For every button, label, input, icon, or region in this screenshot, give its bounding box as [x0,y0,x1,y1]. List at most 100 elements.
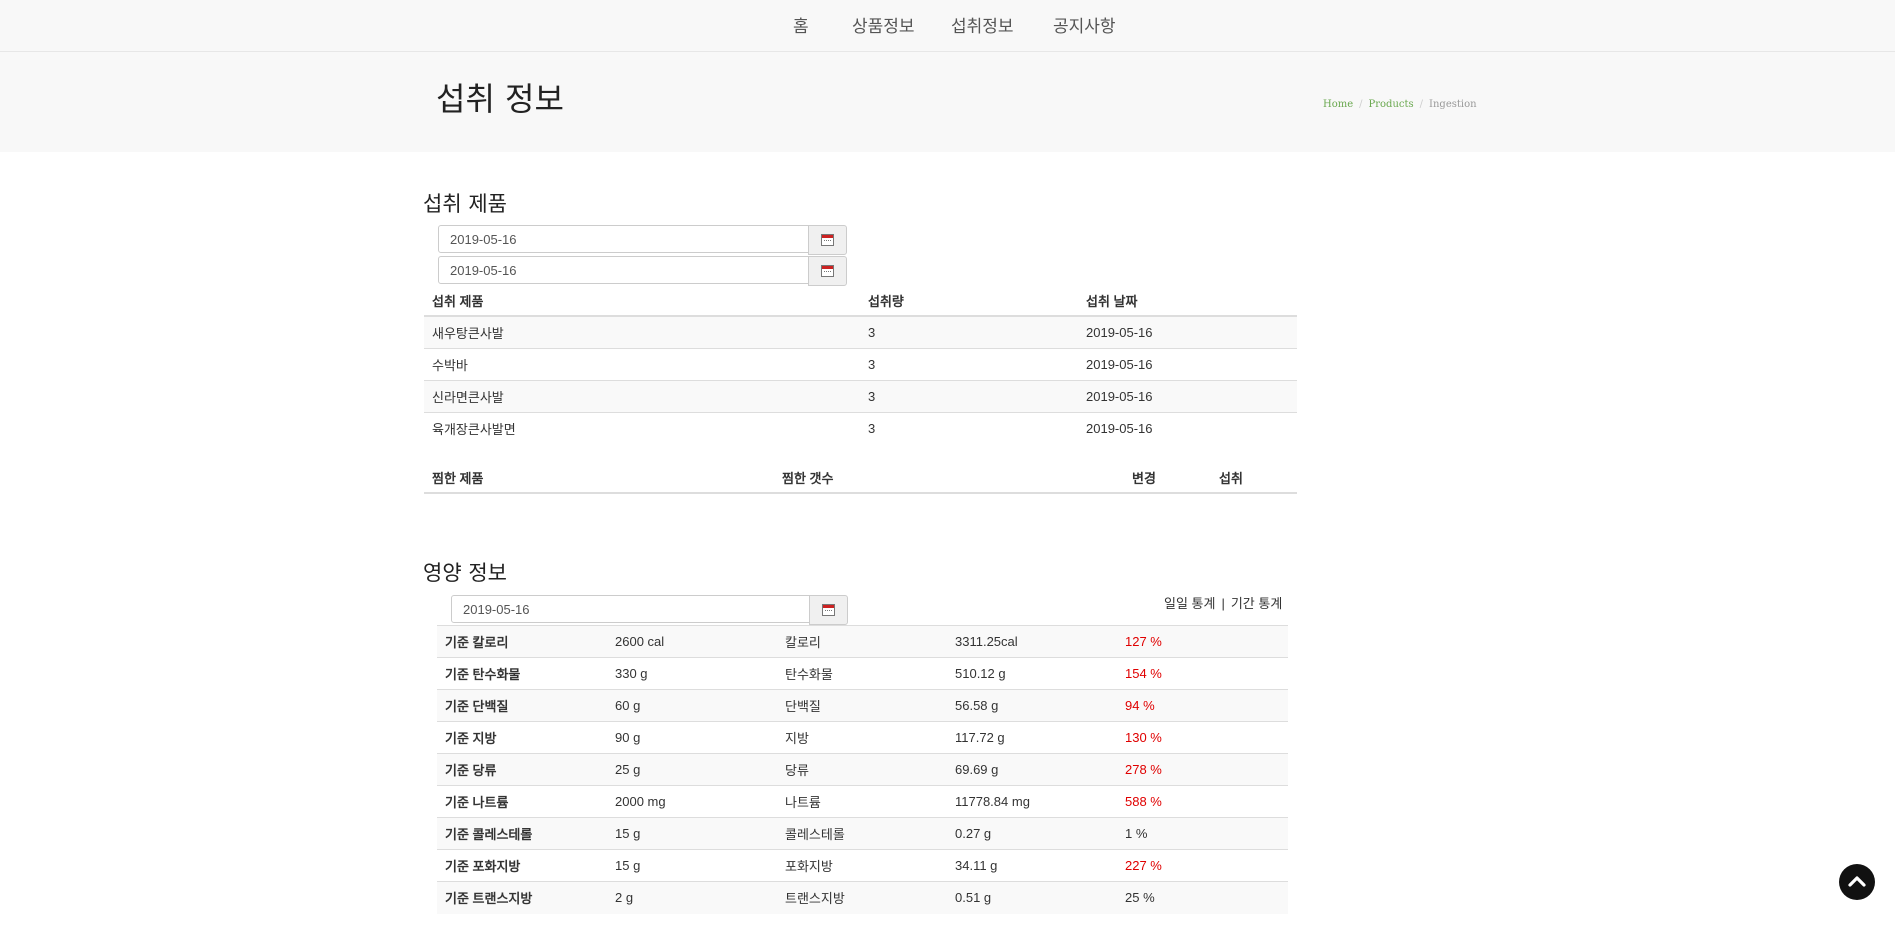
standard-label: 기준 트랜스지방 [437,881,607,914]
nutrition-date-calendar-button[interactable] [809,595,848,625]
breadcrumb: Home / Products / Ingestion [1323,99,1477,110]
top-navbar: 홈 상품정보 섭취정보 공지사항 [0,0,1895,52]
intake-date: 2019-05-16 [1078,411,1297,444]
standard-value: 2600 cal [607,625,777,658]
nutrient-value: 0.51 g [947,881,1117,914]
nutrient-name: 나트륨 [777,785,947,818]
standard-value: 2000 mg [607,785,777,818]
nutrient-value: 11778.84 mg [947,785,1117,818]
column-header: 섭취 날짜 [1078,286,1297,317]
nutrient-name: 당류 [777,753,947,786]
nutrient-percent: 94 % [1117,689,1288,722]
standard-label: 기준 나트륨 [437,785,607,818]
nav-item-ingestion[interactable]: 섭취정보 [951,12,1014,37]
column-header: 섭취 [1211,463,1297,494]
table-row: 기준 단백질 60 g 단백질 56.58 g 94 % [437,689,1288,722]
standard-value: 2 g [607,881,777,914]
start-date-calendar-button[interactable] [808,225,847,255]
table-row: 기준 지방 90 g 지방 117.72 g 130 % [437,721,1288,754]
intake-date: 2019-05-16 [1078,315,1297,348]
intake-table-header: 섭취 제품 섭취량 섭취 날짜 [424,286,1297,317]
nutrient-value: 117.72 g [947,721,1117,754]
nav-item-home[interactable]: 홈 [793,12,809,37]
standard-label: 기준 포화지방 [437,849,607,882]
breadcrumb-separator: / [1359,99,1363,110]
nutrient-name: 단백질 [777,689,947,722]
intake-date: 2019-05-16 [1078,379,1297,412]
wishlist-table: 찜한 제품 찜한 갯수 변경 섭취 [424,463,1297,494]
table-row: 기준 탄수화물 330 g 탄수화물 510.12 g 154 % [437,657,1288,690]
table-row: 신라면큰사발 3 2019-05-16 [424,379,1297,412]
table-row: 기준 나트륨 2000 mg 나트륨 11778.84 mg 588 % [437,785,1288,818]
intake-section-title: 섭취 제품 [423,192,507,216]
standard-label: 기준 당류 [437,753,607,786]
start-date-group [438,225,847,255]
column-header: 섭취 제품 [424,286,860,317]
nutrient-percent: 127 % [1117,625,1288,658]
scroll-to-top-button[interactable] [1839,864,1875,900]
nutrition-date-group [451,595,849,625]
stats-links: 일일 통계 | 기간 통계 [1164,593,1282,612]
product-name: 새우탕큰사발 [424,315,860,348]
intake-table: 섭취 제품 섭취량 섭취 날짜 새우탕큰사발 3 2019-05-16 수박바 … [424,286,1297,444]
column-header: 찜한 갯수 [774,463,1124,494]
nutrient-name: 트랜스지방 [777,881,947,914]
column-header: 변경 [1124,463,1211,494]
page-title: 섭취 정보 [436,80,564,118]
daily-stats-link[interactable]: 일일 통계 [1164,596,1215,611]
end-date-input[interactable] [438,256,809,284]
page-header [0,52,1895,152]
nutrition-table: 기준 칼로리 2600 cal 칼로리 3311.25cal 127 % 기준 … [437,625,1288,914]
product-name: 신라면큰사발 [424,379,860,412]
breadcrumb-home[interactable]: Home [1323,99,1353,110]
table-row: 새우탕큰사발 3 2019-05-16 [424,315,1297,348]
calendar-icon [821,234,834,246]
intake-amount: 3 [860,411,1078,444]
nutrient-value: 56.58 g [947,689,1117,722]
end-date-group [438,256,847,286]
calendar-icon [822,604,835,616]
standard-label: 기준 콜레스테롤 [437,817,607,850]
standard-value: 90 g [607,721,777,754]
nutrient-percent: 25 % [1117,881,1288,914]
nutrient-value: 510.12 g [947,657,1117,690]
intake-amount: 3 [860,315,1078,348]
nutrient-percent: 278 % [1117,753,1288,786]
nutrient-value: 3311.25cal [947,625,1117,658]
column-header: 섭취량 [860,286,1078,317]
nutrient-percent: 227 % [1117,849,1288,882]
product-name: 수박바 [424,347,860,380]
standard-value: 15 g [607,817,777,850]
table-row: 수박바 3 2019-05-16 [424,347,1297,380]
column-header: 찜한 제품 [424,463,774,494]
chevron-up-icon [1848,876,1866,887]
period-stats-link[interactable]: 기간 통계 [1231,596,1282,611]
start-date-input[interactable] [438,225,809,253]
nutrient-name: 지방 [777,721,947,754]
breadcrumb-current: Ingestion [1429,99,1477,110]
nutrition-date-input[interactable] [451,595,810,623]
nutrient-percent: 154 % [1117,657,1288,690]
table-row: 기준 칼로리 2600 cal 칼로리 3311.25cal 127 % [437,625,1288,658]
standard-value: 15 g [607,849,777,882]
breadcrumb-separator: / [1419,99,1424,110]
table-row: 기준 트랜스지방 2 g 트랜스지방 0.51 g 25 % [437,881,1288,914]
breadcrumb-products[interactable]: Products [1369,99,1414,110]
nutrient-value: 69.69 g [947,753,1117,786]
stats-separator: | [1221,596,1225,611]
intake-amount: 3 [860,379,1078,412]
nutrient-name: 포화지방 [777,849,947,882]
wishlist-table-header: 찜한 제품 찜한 갯수 변경 섭취 [424,463,1297,494]
nutrient-percent: 588 % [1117,785,1288,818]
table-row: 기준 포화지방 15 g 포화지방 34.11 g 227 % [437,849,1288,882]
intake-date: 2019-05-16 [1078,347,1297,380]
nav-item-products[interactable]: 상품정보 [852,12,915,37]
product-name: 육개장큰사발면 [424,411,860,444]
nav-item-notice[interactable]: 공지사항 [1053,12,1116,37]
standard-label: 기준 칼로리 [437,625,607,658]
end-date-calendar-button[interactable] [808,256,847,286]
nutrient-percent: 1 % [1117,817,1288,850]
calendar-icon [821,265,834,277]
table-row: 육개장큰사발면 3 2019-05-16 [424,411,1297,444]
standard-value: 60 g [607,689,777,722]
